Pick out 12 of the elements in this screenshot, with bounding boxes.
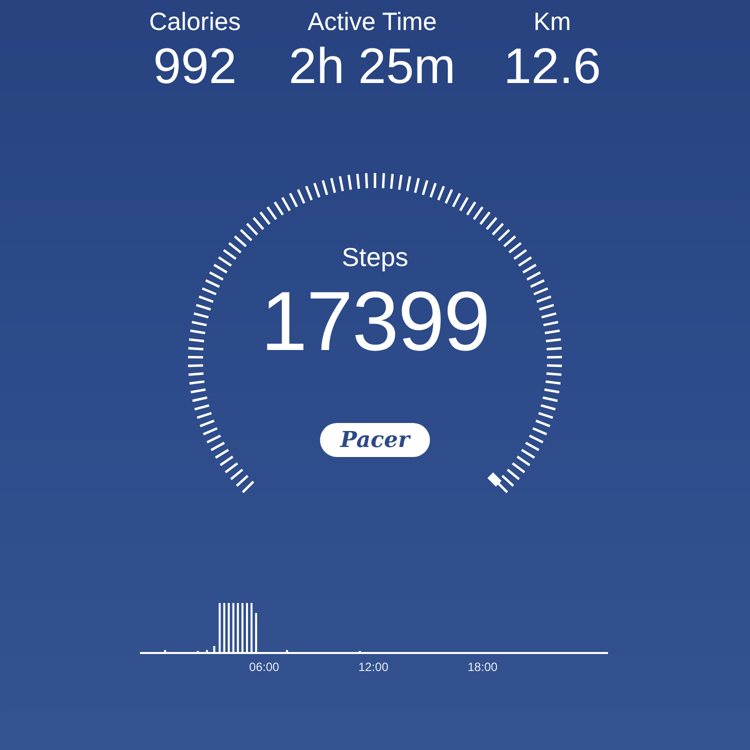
- time-label: 12:00: [358, 660, 388, 674]
- stat-label: Active Time: [308, 8, 437, 37]
- stat-label: Calories: [149, 8, 241, 37]
- logo: Pacer: [320, 423, 430, 457]
- stat-value: 2h 25m: [288, 39, 456, 94]
- stat-label: Km: [533, 8, 571, 37]
- steps-count: 17399: [260, 279, 490, 363]
- stat-value: 12.6: [504, 39, 601, 94]
- stat-value: 992: [153, 39, 237, 94]
- time-label: 06:00: [249, 660, 280, 674]
- time-label: 18:00: [468, 660, 498, 674]
- steps-label: Steps: [342, 242, 408, 273]
